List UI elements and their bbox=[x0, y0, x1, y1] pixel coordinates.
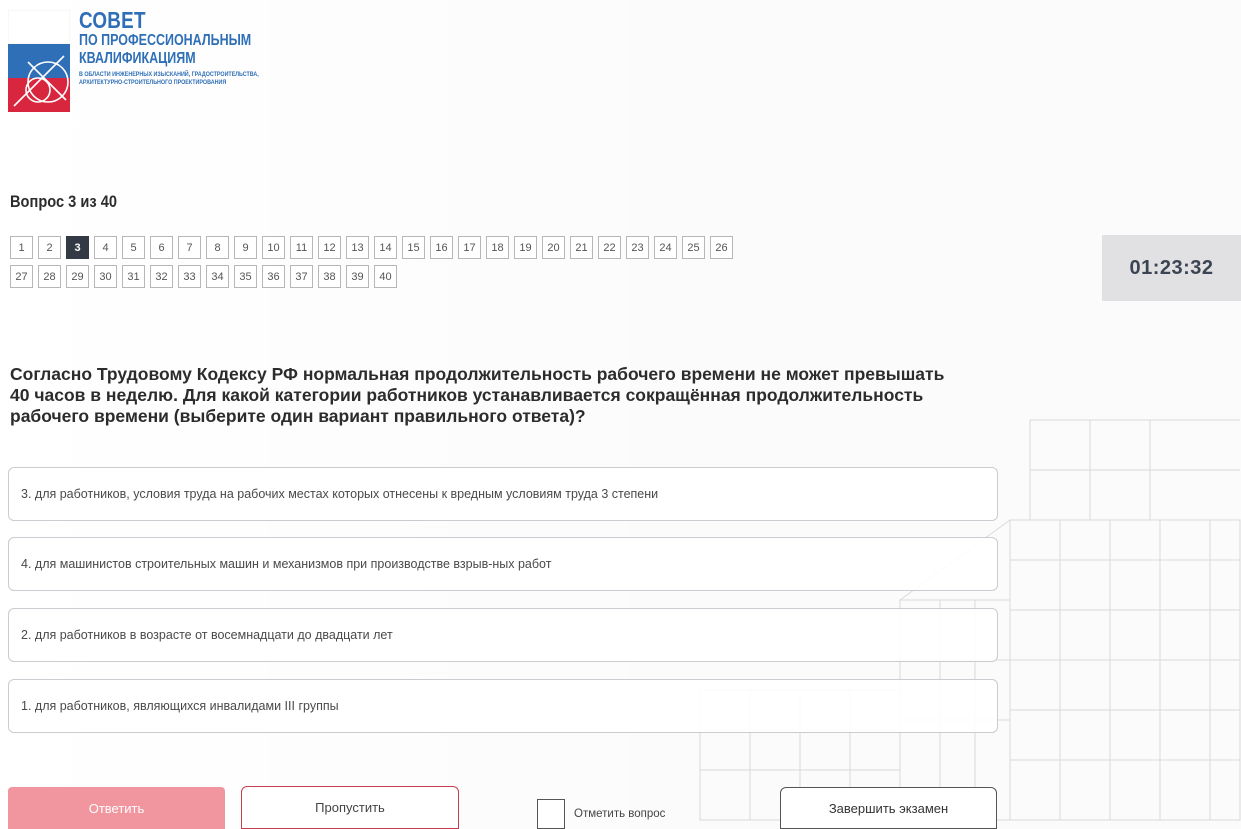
page-button-34[interactable]: 34 bbox=[206, 265, 229, 288]
page-button-25[interactable]: 25 bbox=[682, 236, 705, 259]
page-button-30[interactable]: 30 bbox=[94, 265, 117, 288]
finish-exam-button[interactable]: Завершить экзамен bbox=[780, 787, 997, 829]
answer-button[interactable]: Ответить bbox=[8, 787, 225, 829]
page-button-32[interactable]: 32 bbox=[150, 265, 173, 288]
page-button-28[interactable]: 28 bbox=[38, 265, 61, 288]
page-button-17[interactable]: 17 bbox=[458, 236, 481, 259]
answer-option[interactable]: 2. для работников в возрасте от восемнад… bbox=[8, 608, 998, 662]
mark-question-checkbox[interactable] bbox=[537, 799, 565, 829]
logo-caption-2: АРХИТЕКТУРНО-СТРОИТЕЛЬНОГО ПРОЕКТИРОВАНИ… bbox=[79, 79, 227, 86]
page-button-3[interactable]: 3 bbox=[66, 236, 89, 259]
page-button-5[interactable]: 5 bbox=[122, 236, 145, 259]
page-button-31[interactable]: 31 bbox=[122, 265, 145, 288]
logo-title: СОВЕТ bbox=[79, 7, 146, 33]
page-button-2[interactable]: 2 bbox=[38, 236, 61, 259]
logo-emblem-icon bbox=[8, 10, 70, 112]
page-button-24[interactable]: 24 bbox=[654, 236, 677, 259]
page-button-33[interactable]: 33 bbox=[178, 265, 201, 288]
logo-subtitle-2: КВАЛИФИКАЦИЯМ bbox=[79, 50, 196, 67]
page-button-19[interactable]: 19 bbox=[514, 236, 537, 259]
page-button-12[interactable]: 12 bbox=[318, 236, 341, 259]
page-button-21[interactable]: 21 bbox=[570, 236, 593, 259]
page-button-39[interactable]: 39 bbox=[346, 265, 369, 288]
skip-button[interactable]: Пропустить bbox=[241, 786, 459, 829]
page-button-6[interactable]: 6 bbox=[150, 236, 173, 259]
page-button-10[interactable]: 10 bbox=[262, 236, 285, 259]
logo: СОВЕТ ПО ПРОФЕССИОНАЛЬНЫМ КВАЛИФИКАЦИЯМ … bbox=[8, 8, 338, 118]
question-counter: Вопрос 3 из 40 bbox=[10, 192, 117, 211]
question-text: Согласно Трудовому Кодексу РФ нормальная… bbox=[10, 364, 945, 426]
page-button-35[interactable]: 35 bbox=[234, 265, 257, 288]
page-button-37[interactable]: 37 bbox=[290, 265, 313, 288]
answer-option[interactable]: 3. для работников, условия труда на рабо… bbox=[8, 467, 998, 521]
page-button-38[interactable]: 38 bbox=[318, 265, 341, 288]
question-pager: 1 2 3 4 5 6 7 8 9 10 11 12 13 14 15 16 17 18 19 20 21 22 23 24 2… bbox=[10, 236, 1000, 294]
exam-timer: 01:23:32 bbox=[1102, 235, 1241, 301]
pager-row-2: 27 28 29 30 31 32 33 34 35 36 37 38 39 40 bbox=[10, 265, 1000, 288]
page-button-26[interactable]: 26 bbox=[710, 236, 733, 259]
page-button-27[interactable]: 27 bbox=[10, 265, 33, 288]
mark-question-label[interactable]: Отметить вопрос bbox=[574, 808, 665, 820]
logo-caption-1: В ОБЛАСТИ ИНЖЕНЕРНЫХ ИЗЫСКАНИЙ, ГРАДОСТР… bbox=[79, 71, 259, 78]
logo-subtitle-1: ПО ПРОФЕССИОНАЛЬНЫМ bbox=[79, 32, 252, 49]
page-button-18[interactable]: 18 bbox=[486, 236, 509, 259]
page-button-36[interactable]: 36 bbox=[262, 265, 285, 288]
page-button-11[interactable]: 11 bbox=[290, 236, 313, 259]
page-button-13[interactable]: 13 bbox=[346, 236, 369, 259]
page-button-9[interactable]: 9 bbox=[234, 236, 257, 259]
pager-row-1: 1 2 3 4 5 6 7 8 9 10 11 12 13 14 15 16 17 18 19 20 21 22 23 24 2… bbox=[10, 236, 1000, 259]
page-button-15[interactable]: 15 bbox=[402, 236, 425, 259]
page-button-22[interactable]: 22 bbox=[598, 236, 621, 259]
page-button-1[interactable]: 1 bbox=[10, 236, 33, 259]
page-button-40[interactable]: 40 bbox=[374, 265, 397, 288]
page-button-16[interactable]: 16 bbox=[430, 236, 453, 259]
answer-option[interactable]: 4. для машинистов строительных машин и м… bbox=[8, 537, 998, 591]
page-button-14[interactable]: 14 bbox=[374, 236, 397, 259]
page-button-20[interactable]: 20 bbox=[542, 236, 565, 259]
answer-option[interactable]: 1. для работников, являющихся инвалидами… bbox=[8, 679, 998, 733]
page-button-7[interactable]: 7 bbox=[178, 236, 201, 259]
page-button-4[interactable]: 4 bbox=[94, 236, 117, 259]
page-button-29[interactable]: 29 bbox=[66, 265, 89, 288]
page-button-8[interactable]: 8 bbox=[206, 236, 229, 259]
page-button-23[interactable]: 23 bbox=[626, 236, 649, 259]
